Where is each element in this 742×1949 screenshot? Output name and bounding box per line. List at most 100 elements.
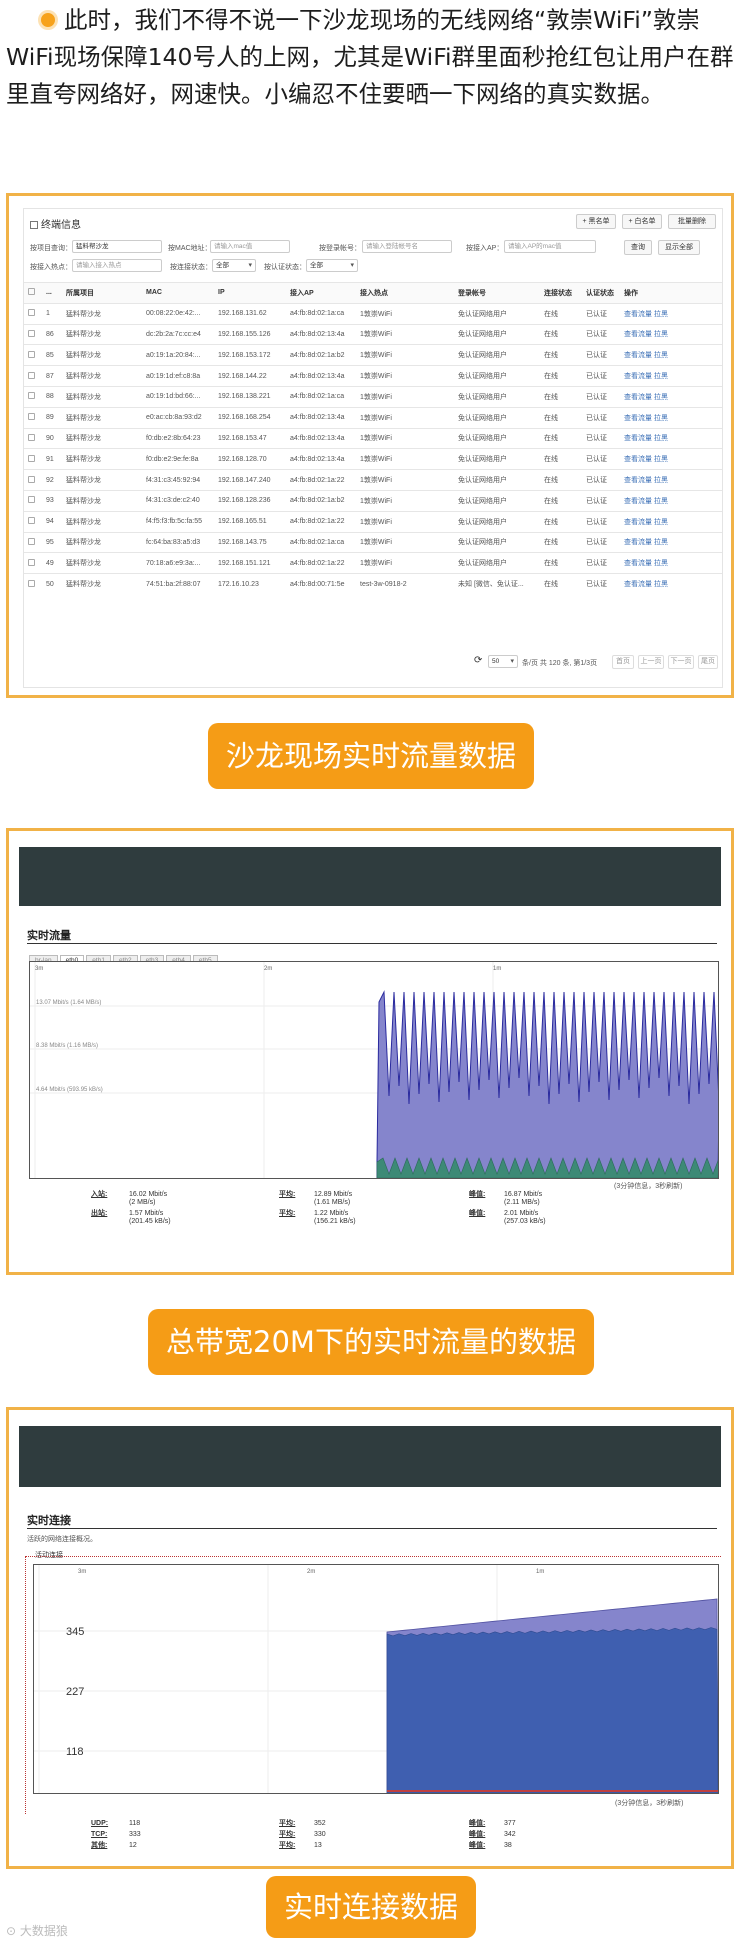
next-page-button[interactable]: 下一页: [668, 655, 694, 669]
row-checkbox[interactable]: [28, 329, 35, 337]
table-cell: 192.168.147.240: [214, 469, 286, 491]
table-row: 89 猛料帮沙龙 e0:ac:cb:8a:93:d2 192.168.168.254 a…: [24, 406, 722, 429]
row-checkbox[interactable]: [28, 579, 35, 587]
row-actions-link[interactable]: 查看流量 拉黑: [620, 573, 722, 595]
last-page-button[interactable]: 尾页: [698, 655, 718, 669]
query-button[interactable]: 查询: [624, 240, 652, 255]
stat-peak-bytes: (2.11 MB/s): [504, 1199, 540, 1206]
row-checkbox-cell[interactable]: [24, 427, 42, 449]
stat-peak: 38: [504, 1842, 512, 1849]
show-all-button[interactable]: 显示全部: [658, 240, 700, 255]
filter-auth-select[interactable]: 全部: [306, 259, 358, 272]
traffic-section-title: 实时流量: [27, 930, 71, 942]
stat-peak-label: 峰值:: [469, 1820, 486, 1827]
filter-link-select[interactable]: 全部: [212, 259, 256, 272]
row-actions-link[interactable]: 查看流量 拉黑: [620, 302, 722, 325]
connections-screenshot-frame: 实时连接 活跃的网络连接概况。 活动连接 3m 2m 1m 345 227 118 (3分…: [6, 1407, 734, 1869]
table-cell: 1敦崇WiFi: [356, 385, 454, 408]
row-actions-link[interactable]: 查看流量 拉黑: [620, 323, 722, 345]
row-checkbox-cell[interactable]: [24, 302, 42, 325]
row-checkbox-cell[interactable]: [24, 344, 42, 366]
row-checkbox-cell[interactable]: [24, 385, 42, 408]
row-actions-link[interactable]: 查看流量 拉黑: [620, 427, 722, 449]
row-checkbox-cell[interactable]: [24, 448, 42, 470]
row-actions-link[interactable]: 查看流量 拉黑: [620, 406, 722, 429]
row-checkbox[interactable]: [28, 496, 35, 504]
table-cell: a4:fb:8d:02:1a:22: [286, 510, 356, 533]
row-actions-link[interactable]: 查看流量 拉黑: [620, 385, 722, 408]
row-checkbox[interactable]: [28, 454, 35, 462]
row-checkbox-cell[interactable]: [24, 406, 42, 429]
table-cell: 免认证网络用户: [454, 344, 540, 366]
stat-average: 352: [314, 1820, 326, 1827]
table-cell: 88: [42, 385, 62, 408]
table-cell: f0:db:e2:9e:fe:8a: [142, 448, 214, 470]
grid-icon: [30, 221, 38, 229]
row-actions-link[interactable]: 查看流量 拉黑: [620, 365, 722, 387]
row-checkbox-cell[interactable]: [24, 365, 42, 387]
row-actions-link[interactable]: 查看流量 拉黑: [620, 531, 722, 553]
row-checkbox[interactable]: [28, 309, 35, 317]
column-header: 认证状态: [582, 282, 620, 304]
filter-hotspot-input[interactable]: 请输入接入热点: [72, 259, 162, 272]
row-checkbox[interactable]: [28, 413, 35, 421]
stat-average: 12.89 Mbit/s: [314, 1191, 353, 1198]
table-cell: 1敦崇WiFi: [356, 344, 454, 366]
prev-page-button[interactable]: 上一页: [638, 655, 664, 669]
row-checkbox-cell[interactable]: [24, 323, 42, 345]
table-cell: a0:19:1a:20:84:...: [142, 344, 214, 366]
stat-peak: 2.01 Mbit/s: [504, 1210, 539, 1217]
row-checkbox-cell[interactable]: [24, 552, 42, 574]
filter-account-input[interactable]: 请输入登陆帐号名: [362, 240, 452, 253]
filter-ap-input[interactable]: 请输入AP的mac值: [504, 240, 596, 253]
terminal-table: ... 所属项目 MAC IP 接入AP 接入热点 登录帐号 连接状态 认证状态 操作 1 猛料帮沙…: [24, 282, 722, 595]
filter-project-input[interactable]: 猛料帮沙龙: [72, 240, 162, 253]
column-header[interactable]: [24, 282, 42, 304]
per-page-select[interactable]: 50: [488, 655, 518, 668]
row-checkbox-cell[interactable]: [24, 510, 42, 533]
table-cell: f4:f5:f3:fb:5c:fa:55: [142, 510, 214, 533]
caption-connections: 实时连接数据: [265, 1876, 477, 1938]
table-cell: 87: [42, 365, 62, 387]
row-checkbox[interactable]: [28, 433, 35, 441]
row-checkbox-cell[interactable]: [24, 489, 42, 512]
table-cell: 猛料帮沙龙: [62, 323, 142, 345]
stat-average: 330: [314, 1831, 326, 1838]
table-cell: a4:fb:8d:00:71:5e: [286, 573, 356, 595]
row-actions-link[interactable]: 查看流量 拉黑: [620, 552, 722, 574]
row-checkbox[interactable]: [28, 475, 35, 483]
refresh-icon[interactable]: ⟳: [474, 655, 482, 666]
blacklist-button[interactable]: + 黑名单: [576, 214, 616, 229]
filter-mac-input[interactable]: 请输入mac值: [210, 240, 290, 253]
row-actions-link[interactable]: 查看流量 拉黑: [620, 469, 722, 491]
row-actions-link[interactable]: 查看流量 拉黑: [620, 510, 722, 533]
terminal-screenshot-frame: 终端信息 + 黑名单 + 白名单 批量删除 按项目查询： 猛料帮沙龙 按MAC地…: [6, 193, 734, 698]
stat-peak: 377: [504, 1820, 516, 1827]
table-cell: 93: [42, 489, 62, 512]
row-checkbox[interactable]: [28, 350, 35, 358]
row-actions-link[interactable]: 查看流量 拉黑: [620, 489, 722, 512]
row-checkbox[interactable]: [28, 392, 35, 400]
stat-peak-label: 峰值:: [469, 1831, 486, 1838]
select-all-checkbox[interactable]: [28, 288, 35, 296]
table-cell: 50: [42, 573, 62, 595]
table-cell: 192.168.155.126: [214, 323, 286, 345]
row-checkbox-cell[interactable]: [24, 469, 42, 491]
filter-link-label: 按连接状态：: [170, 264, 212, 271]
first-page-button[interactable]: 首页: [612, 655, 634, 669]
table-cell: 猛料帮沙龙: [62, 469, 142, 491]
row-actions-link[interactable]: 查看流量 拉黑: [620, 344, 722, 366]
row-checkbox[interactable]: [28, 371, 35, 379]
stat-current-bytes: (2 MB/s): [129, 1199, 156, 1206]
row-checkbox[interactable]: [28, 537, 35, 545]
row-checkbox[interactable]: [28, 517, 35, 525]
row-checkbox-cell[interactable]: [24, 531, 42, 553]
row-actions-link[interactable]: 查看流量 拉黑: [620, 448, 722, 470]
table-cell: 74:51:ba:2f:88:07: [142, 573, 214, 595]
row-checkbox[interactable]: [28, 558, 35, 566]
batch-delete-button[interactable]: 批量删除: [668, 214, 716, 229]
row-checkbox-cell[interactable]: [24, 573, 42, 595]
terminal-info-window: 终端信息 + 黑名单 + 白名单 批量删除 按项目查询： 猛料帮沙龙 按MAC地…: [23, 208, 723, 688]
table-cell: a4:fb:8d:02:1a:ca: [286, 531, 356, 553]
whitelist-button[interactable]: + 白名单: [622, 214, 662, 229]
